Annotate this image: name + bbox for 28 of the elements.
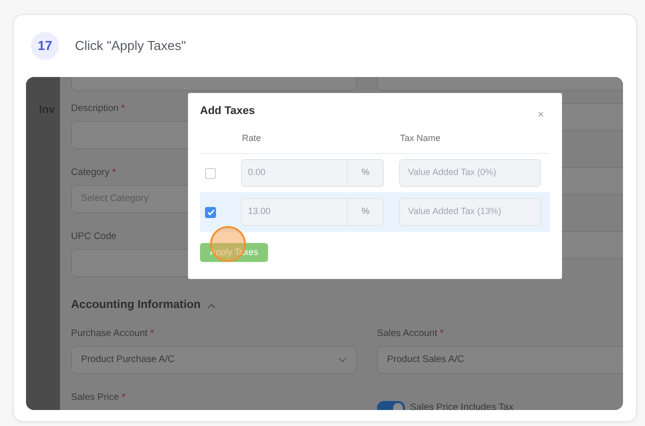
step-number-badge: 17 (31, 32, 59, 60)
input-field[interactable]: Product Sales A/C (377, 346, 623, 374)
input-field[interactable] (377, 77, 623, 91)
caret-up-icon[interactable] (206, 303, 216, 309)
tax-name-input[interactable]: Value Added Tax (0%) (399, 159, 541, 187)
step-instruction: Click "Apply Taxes" (75, 37, 186, 56)
dialog-title: Add Taxes (200, 104, 255, 119)
rate-input[interactable]: 13.00 (241, 198, 348, 226)
field-label: Description * (71, 103, 125, 115)
select-field[interactable]: Product Purchase A/C (71, 346, 357, 374)
toggle-label: Sales Price Includes Tax (410, 401, 514, 410)
chevron-down-icon (338, 357, 347, 363)
percent-addon: % (348, 198, 384, 226)
rate-input[interactable]: 0.00 (241, 159, 348, 187)
input-field[interactable] (71, 77, 357, 91)
checkbox[interactable] (205, 168, 216, 178)
tax-name-input[interactable]: Value Added Tax (13%) (399, 198, 541, 226)
field-label: Purchase Account * (71, 328, 154, 340)
column-header: Tax Name (400, 132, 441, 145)
field-label: Category * (71, 167, 116, 179)
field-label: Sales Price * (71, 392, 126, 404)
section-title: Accounting Information (71, 298, 201, 314)
percent-addon: % (348, 159, 384, 187)
checkbox[interactable] (205, 206, 216, 218)
field-label: Sales Account * (377, 328, 444, 340)
close-button[interactable]: × (532, 110, 550, 120)
field-label: UPC Code (71, 231, 116, 243)
column-header: Rate (242, 132, 262, 145)
